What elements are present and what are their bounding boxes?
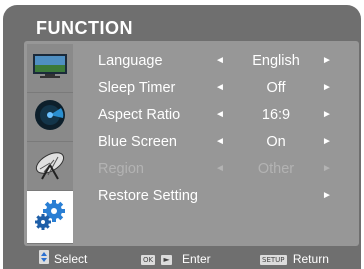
row-value: Other — [257, 161, 295, 177]
right-arrow-icon[interactable]: ► — [322, 183, 332, 209]
sidebar-tab-channel[interactable] — [27, 142, 73, 191]
menu-row-aspect-ratio[interactable]: Aspect Ratio ◄ 16:9 ► — [98, 102, 348, 128]
menu-row-region: Region ◄ Other ► — [98, 156, 348, 182]
row-value: Off — [266, 80, 286, 96]
row-label: Blue Screen — [98, 134, 177, 150]
sidebar-tab-sound[interactable] — [27, 93, 73, 142]
gears-icon — [33, 199, 67, 236]
right-key-icon: ► — [161, 254, 172, 265]
left-arrow-icon[interactable]: ◄ — [215, 75, 225, 101]
right-arrow-icon[interactable]: ► — [322, 48, 332, 74]
row-label: Aspect Ratio — [98, 107, 181, 123]
row-label: Restore Setting — [98, 188, 198, 204]
sound-icon — [33, 98, 67, 137]
right-arrow-icon: ► — [322, 163, 332, 174]
right-arrow-icon[interactable]: ► — [322, 102, 332, 128]
right-arrow-icon[interactable]: ► — [322, 75, 332, 101]
sidebar — [27, 44, 73, 244]
menu-row-language[interactable]: Language ◄ English ► — [98, 48, 348, 74]
row-value: 16:9 — [261, 107, 291, 123]
tv-picture-icon — [31, 51, 69, 86]
satellite-dish-icon — [32, 147, 68, 186]
row-value: English — [252, 53, 300, 69]
menu-row-sleep-timer[interactable]: Sleep Timer ◄ Off ► — [98, 75, 348, 101]
ok-key-icon: OK — [141, 254, 156, 265]
sidebar-tab-picture[interactable] — [27, 44, 73, 93]
row-label: Region — [98, 161, 144, 177]
right-arrow-icon[interactable]: ► — [322, 129, 332, 155]
left-arrow-icon[interactable]: ◄ — [215, 102, 225, 128]
enter-label: Enter — [181, 252, 211, 266]
menu-row-restore-setting[interactable]: Restore Setting ► — [98, 183, 348, 209]
select-label: Select — [54, 252, 88, 266]
return-label: Return — [292, 252, 329, 266]
hint-return: SETUP Return — [260, 250, 329, 268]
row-label: Language — [98, 53, 163, 69]
up-down-key-icon — [39, 250, 49, 269]
left-arrow-icon: ◄ — [215, 163, 225, 174]
left-arrow-icon[interactable]: ◄ — [215, 129, 225, 155]
hint-select: Select — [39, 250, 87, 269]
hint-enter: OK ► Enter — [141, 250, 211, 268]
setup-key-icon: SETUP — [260, 254, 287, 265]
left-arrow-icon[interactable]: ◄ — [215, 48, 225, 74]
footer-hints: Select OK ► Enter SETUP Return — [30, 250, 360, 268]
row-value: On — [266, 134, 286, 150]
menu-title: FUNCTION — [36, 18, 133, 38]
row-label: Sleep Timer — [98, 80, 176, 96]
menu-row-blue-screen[interactable]: Blue Screen ◄ On ► — [98, 129, 348, 155]
sidebar-tab-function[interactable] — [27, 191, 73, 244]
